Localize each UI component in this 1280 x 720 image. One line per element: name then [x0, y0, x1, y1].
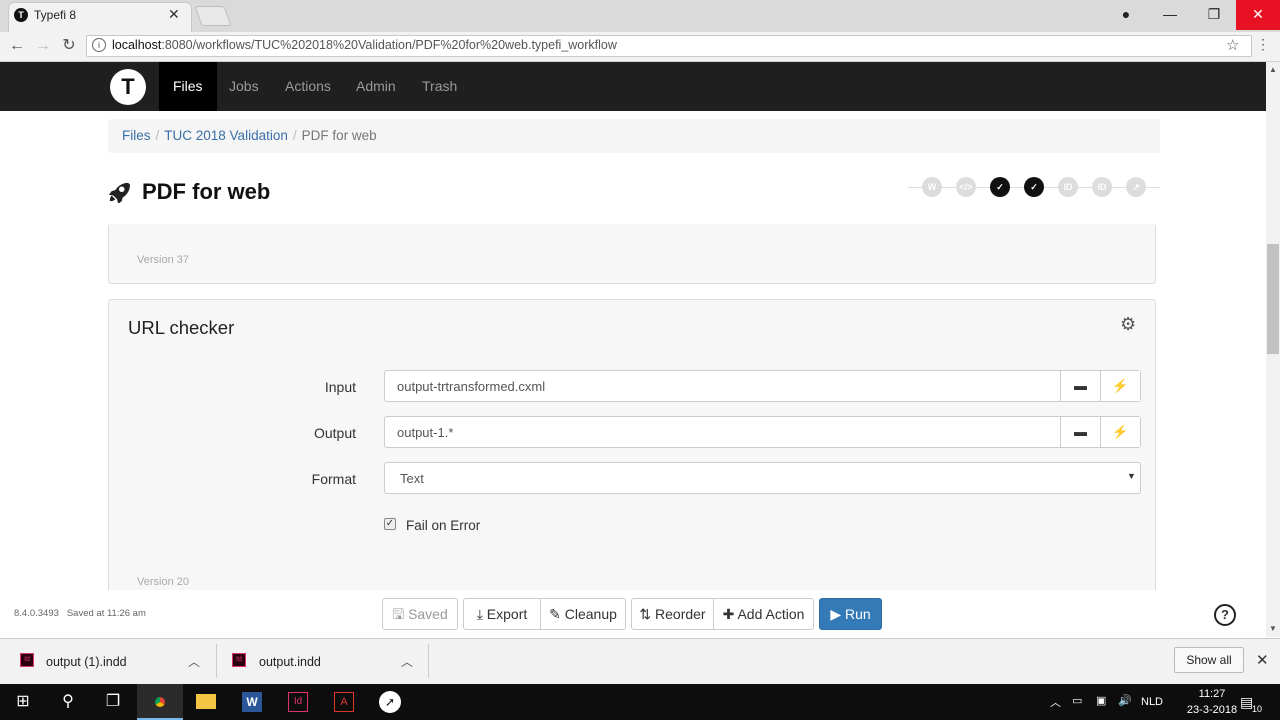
- typefi-logo[interactable]: T: [110, 69, 146, 105]
- output-lightning-icon[interactable]: ⚡: [1100, 417, 1140, 447]
- saved-button[interactable]: 🖫 Saved: [382, 598, 458, 630]
- build-status: 8.4.0.3493 Saved at 11:26 am: [14, 608, 146, 619]
- typefi-favicon-icon: T: [14, 8, 28, 22]
- saved-status: Saved at 11:26 am: [66, 608, 146, 619]
- nav-actions[interactable]: Actions: [271, 62, 345, 111]
- nav-jobs[interactable]: Jobs: [215, 62, 273, 111]
- download-1-chevron-icon[interactable]: ︿: [188, 653, 200, 670]
- input-value: output-trtransformed.cxml: [397, 379, 546, 394]
- back-icon[interactable]: ←: [6, 36, 28, 58]
- page-title: PDF for web: [142, 179, 271, 204]
- help-icon[interactable]: ?: [1214, 604, 1236, 626]
- tray-chevron-icon[interactable]: ︿: [1050, 694, 1061, 710]
- volume-icon[interactable]: 🔊: [1118, 694, 1132, 707]
- output-label: Output: [313, 425, 356, 441]
- input-label: Input: [324, 379, 356, 395]
- nav-admin[interactable]: Admin: [342, 62, 410, 111]
- indesign-icon[interactable]: Id: [275, 684, 321, 720]
- gear-icon[interactable]: ⚙: [1120, 314, 1136, 335]
- typefi-rocket-icon[interactable]: ➚: [367, 684, 413, 720]
- pipeline-word-icon[interactable]: W: [922, 177, 942, 197]
- rocket-icon: [108, 181, 130, 209]
- tab-title: Typefi 8: [34, 8, 77, 22]
- chrome-icon[interactable]: [137, 684, 183, 720]
- file-explorer-icon[interactable]: [183, 684, 229, 720]
- export-button[interactable]: ⤓ Export: [463, 598, 541, 630]
- pipeline-check-active-icon[interactable]: ✓: [1024, 177, 1044, 197]
- format-value: Text: [400, 471, 424, 486]
- fail-on-error-checkbox[interactable]: ✓: [384, 518, 396, 530]
- pipeline-indesign-icon[interactable]: ID: [1058, 177, 1078, 197]
- scroll-up-icon[interactable]: ▲: [1266, 64, 1280, 76]
- format-label: Format: [311, 471, 356, 487]
- fail-on-error-label: Fail on Error: [406, 518, 481, 533]
- action-version: Version 20: [137, 576, 189, 588]
- clock-time[interactable]: 11:27: [1187, 688, 1237, 700]
- show-all-button[interactable]: Show all: [1174, 647, 1244, 673]
- output-browse-folder-icon[interactable]: ▬: [1060, 417, 1100, 447]
- chevron-down-icon[interactable]: ▼: [1127, 471, 1136, 481]
- start-windows-icon[interactable]: ⊞: [0, 684, 46, 720]
- build-number: 8.4.0.3493: [14, 608, 59, 619]
- indesign-file-icon: Id: [20, 653, 34, 667]
- format-select[interactable]: [384, 462, 1141, 494]
- url-checker-panel: [108, 299, 1156, 599]
- download-divider-2: [428, 644, 429, 678]
- pipeline-indesign2-icon[interactable]: ID: [1092, 177, 1112, 197]
- window-close-icon[interactable]: ✕: [1236, 0, 1280, 30]
- download-divider: [216, 644, 217, 678]
- language-indicator[interactable]: NLD: [1141, 696, 1163, 708]
- power-icon[interactable]: ▭: [1072, 694, 1082, 707]
- restore-icon[interactable]: ❐: [1192, 0, 1236, 30]
- cleanup-button[interactable]: ✎ Cleanup: [540, 598, 626, 630]
- run-button[interactable]: ▶ Run: [819, 598, 882, 630]
- bookmark-star-icon[interactable]: ☆: [1226, 36, 1239, 54]
- scrollbar-thumb[interactable]: [1267, 244, 1279, 354]
- breadcrumb-files[interactable]: Files: [122, 128, 151, 143]
- menu-kebab-icon[interactable]: ⋮: [1256, 36, 1270, 53]
- pipeline-export-icon[interactable]: ↗: [1126, 177, 1146, 197]
- breadcrumb-current: PDF for web: [301, 128, 377, 143]
- input-lightning-icon[interactable]: ⚡: [1100, 371, 1140, 401]
- notification-count: 10: [1252, 704, 1263, 714]
- word-icon[interactable]: W: [229, 684, 275, 720]
- reload-icon[interactable]: ↻: [58, 36, 80, 58]
- output-value: output-1.*: [397, 425, 454, 440]
- minimize-icon[interactable]: —: [1148, 0, 1192, 30]
- pipeline-code-icon[interactable]: </>: [956, 177, 976, 197]
- download-item-1[interactable]: output (1).indd: [46, 655, 127, 669]
- indesign-file-icon-2: Id: [232, 653, 246, 667]
- profile-icon[interactable]: ●: [1104, 0, 1148, 30]
- download-2-chevron-icon[interactable]: ︿: [401, 653, 413, 670]
- download-item-2[interactable]: output.indd: [259, 655, 321, 669]
- forward-icon[interactable]: →: [32, 36, 54, 58]
- output-field[interactable]: [384, 416, 1141, 448]
- tab-close-icon[interactable]: ✕: [168, 6, 180, 23]
- add-action-button[interactable]: ✚ Add Action: [713, 598, 814, 630]
- acrobat-icon[interactable]: A: [321, 684, 367, 720]
- action-title: URL checker: [128, 317, 235, 338]
- previous-version: Version 37: [137, 254, 189, 266]
- pipeline-check-icon[interactable]: ✓: [990, 177, 1010, 197]
- previous-action-panel: [108, 224, 1156, 284]
- breadcrumb: Files / TUC 2018 Validation / PDF for web: [108, 119, 1160, 153]
- info-icon[interactable]: i: [92, 38, 106, 52]
- search-icon[interactable]: ⚲: [45, 684, 91, 720]
- nav-trash[interactable]: Trash: [408, 62, 471, 111]
- scroll-down-icon[interactable]: ▼: [1266, 623, 1280, 635]
- breadcrumb-folder[interactable]: TUC 2018 Validation: [164, 128, 288, 143]
- task-view-icon[interactable]: ❐: [90, 684, 136, 720]
- browser-tabbar: [0, 0, 1280, 32]
- url-text: localhost:8080/workflows/TUC%202018%20Va…: [112, 38, 617, 52]
- input-browse-folder-icon[interactable]: ▬: [1060, 371, 1100, 401]
- network-icon[interactable]: ▣: [1096, 694, 1106, 707]
- reorder-button[interactable]: ⇅ Reorder: [631, 598, 714, 630]
- downloads-close-icon[interactable]: ✕: [1256, 651, 1269, 669]
- nav-files[interactable]: Files: [159, 62, 217, 111]
